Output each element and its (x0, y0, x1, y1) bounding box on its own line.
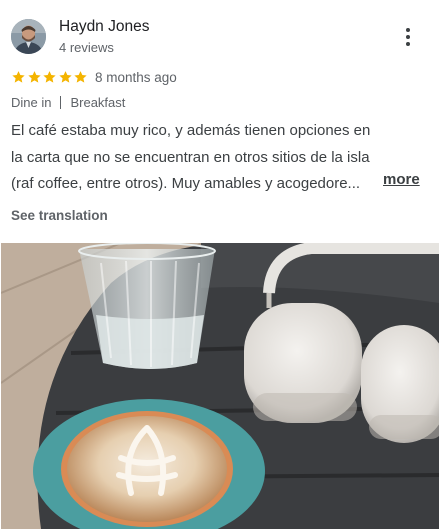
star-rating (11, 68, 89, 86)
more-vert-icon[interactable] (398, 26, 418, 48)
reviewer-review-count: 4 reviews (59, 40, 114, 55)
review-text-line: El café estaba muy rico, y además tienen… (11, 122, 371, 139)
star-icon (58, 71, 72, 83)
photo-image (1, 243, 439, 529)
review-text-line: la carta que no se encuentran en otros s… (11, 148, 370, 166)
review-photo[interactable] (1, 243, 439, 529)
star-icon (43, 71, 56, 83)
review-text: El café estaba muy rico, y además tienen… (11, 118, 426, 198)
visit-details: Dine in Breakfast (11, 95, 125, 110)
review-text-line: (raf coffee, entre otros). Muy amables y… (11, 175, 361, 192)
meal-type: Breakfast (70, 95, 126, 110)
avatar-image (11, 19, 46, 54)
star-icon (74, 71, 87, 83)
author-name[interactable]: Haydn Jones (59, 18, 149, 36)
star-icon (27, 71, 41, 83)
service-type: Dine in (11, 95, 52, 110)
more-link[interactable]: more (383, 171, 420, 188)
avatar[interactable] (11, 19, 46, 54)
divider (60, 96, 62, 109)
review-time: 8 months ago (95, 70, 177, 85)
review-card: Haydn Jones 4 reviews 8 months ago Dine … (0, 0, 440, 529)
see-translation-button[interactable]: See translation (11, 208, 108, 223)
star-icon (12, 71, 25, 83)
